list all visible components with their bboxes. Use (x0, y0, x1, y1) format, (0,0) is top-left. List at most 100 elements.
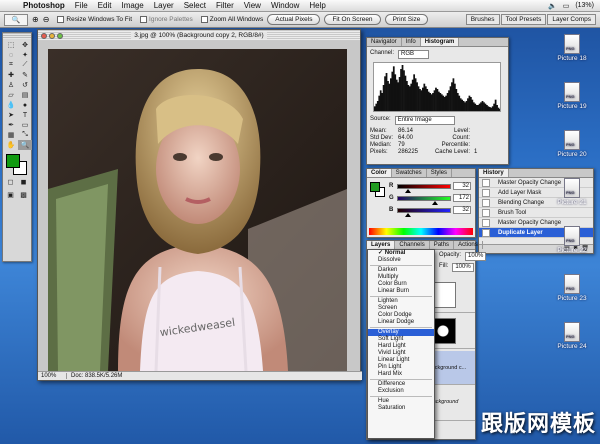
color-spectrum-bar[interactable] (369, 228, 473, 235)
shape-tool-icon[interactable]: ▭ (18, 120, 32, 130)
slider-thumb[interactable] (404, 188, 411, 193)
lasso-tool-icon[interactable]: ◌ (4, 50, 18, 60)
path-selection-icon[interactable]: ➤ (4, 110, 18, 120)
desktop-file-icon[interactable]: PNG Picture 23 (552, 274, 592, 302)
history-brush-icon[interactable]: ↺ (18, 80, 32, 90)
palette-well-layer-comps[interactable]: Layer Comps (547, 14, 596, 25)
zoom-out-icon[interactable]: ⊖ (43, 15, 50, 24)
blend-mode-option[interactable]: Screen (368, 305, 434, 312)
history-state[interactable]: Brush Tool (479, 208, 593, 218)
actual-pixels-button[interactable]: Actual Pixels (267, 14, 321, 25)
desktop-file-icon[interactable]: PNG Picture 24 (552, 322, 592, 350)
zoom-all-windows-checkbox[interactable]: Zoom All Windows (200, 16, 263, 23)
blend-mode-option[interactable]: Hard Light (368, 343, 434, 350)
gradient-tool-icon[interactable]: ▤ (18, 90, 32, 100)
dodge-tool-icon[interactable]: ● (18, 100, 32, 110)
menu-select[interactable]: Select (179, 1, 211, 10)
eyedropper-tool-icon[interactable]: ⤡ (18, 130, 32, 140)
blend-mode-option[interactable]: Linear Dodge (368, 319, 434, 326)
blend-mode-option[interactable]: Linear Light (368, 357, 434, 364)
marquee-tool-icon[interactable]: ⬚ (4, 40, 18, 50)
slider-thumb[interactable] (431, 200, 438, 205)
notes-tool-icon[interactable]: ▦ (4, 130, 18, 140)
tab-paths[interactable]: Paths (430, 241, 455, 249)
clone-stamp-icon[interactable]: ♙ (4, 80, 18, 90)
channel-slider[interactable] (397, 183, 451, 193)
history-brush-source-icon[interactable] (482, 218, 490, 227)
menu-filter[interactable]: Filter (211, 1, 239, 10)
palette-well-tool-presets[interactable]: Tool Presets (500, 14, 547, 25)
menu-help[interactable]: Help (304, 1, 330, 10)
crop-tool-icon[interactable]: ⌗ (4, 60, 18, 70)
speaker-icon[interactable]: 🔈 (548, 2, 557, 10)
healing-brush-icon[interactable]: ✚ (4, 70, 18, 80)
zoom-level[interactable]: 100% (41, 373, 67, 379)
blend-mode-option[interactable]: Color Dodge (368, 312, 434, 319)
blend-mode-option[interactable]: Hue (368, 398, 434, 405)
document-size[interactable]: Doc: 838.5K/5.26M (71, 373, 122, 379)
history-brush-source-icon[interactable] (482, 208, 490, 217)
standard-mode-icon[interactable]: ◻ (4, 177, 17, 187)
fit-on-screen-button[interactable]: Fit On Screen (324, 14, 381, 25)
resize-windows-checkbox[interactable]: Resize Windows To Fit (57, 16, 132, 23)
menu-view[interactable]: View (239, 1, 266, 10)
type-tool-icon[interactable]: T (18, 110, 32, 120)
desktop-file-icon[interactable]: PNG Picture 20 (552, 130, 592, 158)
tab-layers[interactable]: Layers (367, 241, 396, 249)
history-brush-source-icon[interactable] (482, 178, 490, 187)
channel-value-field[interactable]: 32 (453, 182, 471, 190)
palette-well-brushes[interactable]: Brushes (465, 14, 500, 25)
tab-histogram[interactable]: Histogram (420, 38, 460, 46)
history-brush-source-icon[interactable] (482, 228, 490, 237)
blend-mode-option[interactable]: Multiply (368, 274, 434, 281)
zoom-tool-icon[interactable]: 🔍 (18, 140, 32, 150)
desktop-file-icon[interactable]: PNG Picture 18 (552, 34, 592, 62)
slider-thumb[interactable] (404, 212, 411, 217)
zoom-in-icon[interactable]: ⊕ (32, 15, 39, 24)
tab-history[interactable]: History (479, 169, 509, 177)
blend-mode-option[interactable]: Soft Light (368, 336, 434, 343)
tab-info[interactable]: Info (402, 38, 421, 46)
blend-mode-option[interactable]: Pin Light (368, 364, 434, 371)
pen-tool-icon[interactable]: ✒ (4, 120, 18, 130)
desktop-file-icon[interactable]: PNG Picture 19 (552, 82, 592, 110)
blend-mode-option[interactable]: Vivid Light (368, 350, 434, 357)
quick-mask-icon[interactable]: ◼ (17, 177, 30, 187)
tab-color[interactable]: Color (367, 169, 392, 177)
eraser-tool-icon[interactable]: ▱ (4, 90, 18, 100)
fill-field[interactable]: 100% (452, 263, 474, 272)
source-select[interactable]: Entire Image (394, 116, 455, 125)
blend-mode-option[interactable]: Lighten (368, 298, 434, 305)
blend-mode-option[interactable]: Color Burn (368, 281, 434, 288)
brush-tool-icon[interactable]: ✎ (18, 70, 32, 80)
app-menu[interactable]: Photoshop (18, 1, 70, 10)
desktop-file-icon[interactable]: PNG Picture 21 (552, 178, 592, 206)
tab-styles[interactable]: Styles (427, 169, 453, 177)
blend-mode-option[interactable]: Overlay (368, 329, 434, 336)
channel-slider[interactable] (397, 195, 451, 205)
blend-mode-option[interactable]: Darken (368, 267, 434, 274)
channel-select[interactable]: RGB (398, 50, 430, 59)
tab-swatches[interactable]: Swatches (392, 169, 427, 177)
channel-slider[interactable] (397, 207, 451, 217)
history-brush-source-icon[interactable] (482, 188, 490, 197)
move-tool-icon[interactable]: ✥ (18, 40, 32, 50)
blend-mode-option[interactable]: Saturation (368, 405, 434, 412)
image-canvas[interactable]: wickedweasel (48, 49, 347, 371)
blend-mode-option[interactable]: Difference (368, 381, 434, 388)
magic-wand-tool-icon[interactable]: ✦ (18, 50, 32, 60)
print-size-button[interactable]: Print Size (384, 14, 429, 25)
blend-mode-option[interactable]: Linear Burn (368, 288, 434, 295)
tab-channels[interactable]: Channels (395, 241, 430, 249)
hand-tool-icon[interactable]: ✋ (4, 140, 18, 150)
foreground-color-swatch[interactable] (6, 154, 20, 168)
menu-layer[interactable]: Layer (149, 1, 179, 10)
opacity-field[interactable]: 100% (465, 252, 487, 261)
color-panel-fg-swatch[interactable] (370, 182, 380, 192)
blend-mode-option[interactable]: Dissolve (368, 257, 434, 264)
tab-actions[interactable]: Actions (454, 241, 483, 249)
blend-mode-option[interactable]: Exclusion (368, 388, 434, 395)
tab-navigator[interactable]: Navigator (367, 38, 402, 46)
screen-mode-icon[interactable]: ▣ (4, 190, 17, 200)
menu-edit[interactable]: Edit (93, 1, 117, 10)
